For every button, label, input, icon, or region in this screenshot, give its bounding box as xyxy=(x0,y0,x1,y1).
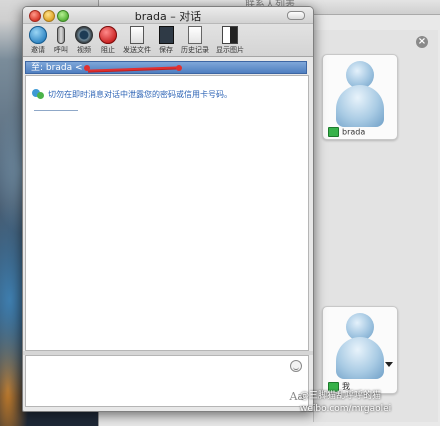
recipient-prefix: 至: xyxy=(31,63,44,73)
block-icon xyxy=(99,26,117,44)
security-warning: 切勿在即时消息对话中泄露您的密码或信用卡号码。 xyxy=(48,90,232,99)
title-bar: brada – 对话 xyxy=(23,7,313,24)
video-button[interactable]: 视频 xyxy=(73,26,95,55)
redaction-mark xyxy=(87,66,181,72)
remote-avatar xyxy=(336,61,384,127)
invite-button[interactable]: 邀请 xyxy=(27,26,49,55)
history-icon xyxy=(188,26,202,44)
conversation-window: brada – 对话 邀请 呼叫 视频 阻止 发送文件 保存 历史记录 显示图片… xyxy=(22,6,314,412)
chevron-down-icon[interactable] xyxy=(385,362,393,367)
toolbar-toggle-button[interactable] xyxy=(287,11,305,20)
toolbar: 邀请 呼叫 视频 阻止 发送文件 保存 历史记录 显示图片 xyxy=(23,24,313,57)
close-panel-icon[interactable]: × xyxy=(416,36,428,48)
send-file-button[interactable]: 发送文件 xyxy=(121,26,153,55)
file-icon xyxy=(130,26,144,44)
globe-icon xyxy=(29,26,47,44)
redaction-mark xyxy=(84,65,90,71)
window-title: brada – 对话 xyxy=(134,10,202,23)
history-button[interactable]: 历史记录 xyxy=(179,26,211,55)
redaction-mark xyxy=(176,65,182,71)
smiley-icon[interactable] xyxy=(290,360,302,372)
transcript-area[interactable]: 切勿在即时消息对话中泄露您的密码或信用卡号码。 xyxy=(25,75,309,351)
recipient-bar[interactable]: 至: brada < xyxy=(25,61,307,74)
recipient-name: brada xyxy=(45,63,73,73)
call-button[interactable]: 呼叫 xyxy=(51,26,71,55)
online-status-icon xyxy=(328,127,339,137)
webcam-icon xyxy=(75,26,93,44)
save-icon xyxy=(158,26,174,44)
remote-contact-card[interactable]: brada xyxy=(322,54,398,140)
picture-icon xyxy=(222,26,238,44)
recipient-address: < xyxy=(74,63,83,73)
self-contact-card[interactable]: 我 xyxy=(322,306,398,394)
block-button[interactable]: 阻止 xyxy=(97,26,119,55)
messenger-icon xyxy=(32,88,44,100)
show-picture-button[interactable]: 显示图片 xyxy=(213,26,247,55)
self-avatar xyxy=(336,313,384,379)
contact-panel: × brada 我 xyxy=(313,30,438,422)
save-button[interactable]: 保存 xyxy=(155,26,177,55)
message-input[interactable]: Aa xyxy=(25,355,309,407)
microphone-icon xyxy=(57,26,65,44)
divider xyxy=(34,110,78,111)
remote-contact-name: brada xyxy=(342,127,366,137)
watermark: @三脚猫乱呼呼的猫 weibo.com/mrgaolei xyxy=(300,391,392,414)
